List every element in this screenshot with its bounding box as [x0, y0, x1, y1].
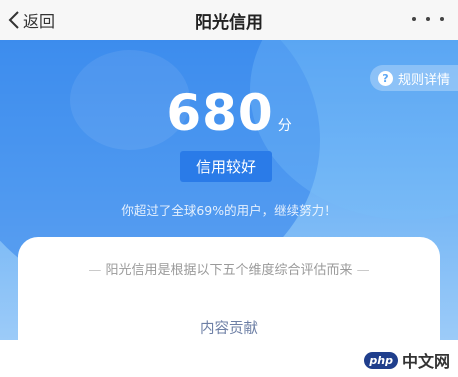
watermark-logo: php 中文网 [364, 348, 450, 372]
score-display: 680 分 [0, 84, 458, 142]
ranking-hint: 你超过了全球69%的用户，继续努力！ [121, 203, 337, 218]
card-description: — 阳光信用是根据以下五个维度综合评估而来 — [88, 263, 370, 278]
watermark-badge: php [364, 351, 398, 369]
more-dots-icon[interactable] [412, 12, 444, 26]
card-description-text: 阳光信用是根据以下五个维度综合评估而来 [105, 263, 353, 278]
score-unit: 分 [277, 118, 292, 134]
watermark-text: 中文网 [401, 352, 450, 371]
credit-score: 680 [166, 84, 274, 142]
dimension-item-content-contribution[interactable]: 内容贡献 [18, 317, 440, 338]
credit-level-badge: 信用较好 [180, 151, 272, 182]
nav-bar: 返回 阳光信用 [0, 0, 458, 40]
page-title: 阳光信用 [195, 13, 263, 33]
